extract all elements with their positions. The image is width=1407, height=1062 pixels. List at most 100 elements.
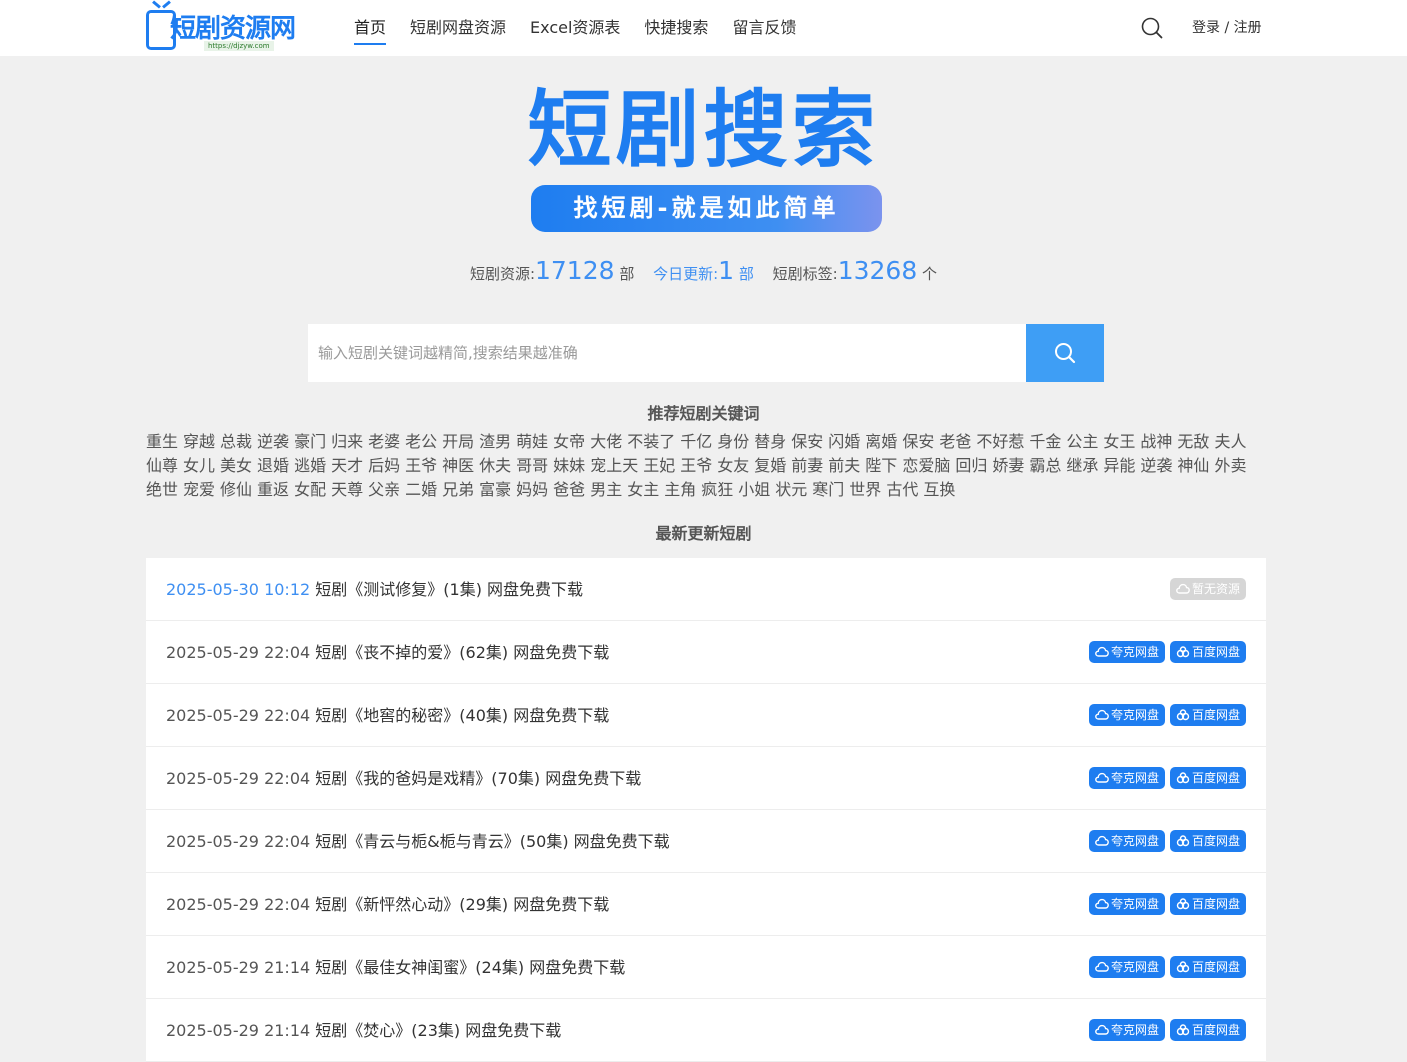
quark-netdisk-button[interactable]: 夸克网盘 <box>1088 956 1165 978</box>
keyword-tag[interactable]: 哥哥 <box>516 456 548 475</box>
keyword-tag[interactable]: 疯狂 <box>701 480 733 499</box>
keyword-tag[interactable]: 萌娃 <box>516 432 548 451</box>
keyword-tag[interactable]: 爸爸 <box>553 480 585 499</box>
keyword-tag[interactable]: 王爷 <box>680 456 712 475</box>
keyword-tag[interactable]: 男主 <box>590 480 622 499</box>
keyword-tag[interactable]: 总裁 <box>220 432 252 451</box>
keyword-tag[interactable]: 复婚 <box>754 456 786 475</box>
drama-link[interactable]: 2025-05-29 22:04 短剧《新怦然心动》(29集) 网盘免费下载 <box>166 873 609 936</box>
keyword-tag[interactable]: 公主 <box>1066 432 1098 451</box>
register-link[interactable]: 注册 <box>1234 20 1262 36</box>
keyword-tag[interactable]: 保安 <box>902 432 934 451</box>
keyword-tag[interactable]: 身份 <box>717 432 749 451</box>
keyword-tag[interactable]: 修仙 <box>220 480 252 499</box>
keyword-tag[interactable]: 天尊 <box>331 480 363 499</box>
baidu-netdisk-button[interactable]: 百度网盘 <box>1169 767 1246 789</box>
baidu-netdisk-button[interactable]: 百度网盘 <box>1169 704 1246 726</box>
nav-quick-search[interactable]: 快捷搜索 <box>644 0 708 56</box>
keyword-tag[interactable]: 寒门 <box>812 480 844 499</box>
keyword-tag[interactable]: 老爸 <box>939 432 971 451</box>
keyword-tag[interactable]: 女帝 <box>553 432 585 451</box>
keyword-tag[interactable]: 娇妻 <box>992 456 1024 475</box>
keyword-tag[interactable]: 后妈 <box>368 456 400 475</box>
keyword-tag[interactable]: 无敌 <box>1177 432 1209 451</box>
keyword-tag[interactable]: 不好惹 <box>976 432 1024 451</box>
keyword-tag[interactable]: 恋爱脑 <box>902 456 950 475</box>
keyword-tag[interactable]: 妈妈 <box>516 480 548 499</box>
baidu-netdisk-button[interactable]: 百度网盘 <box>1169 893 1246 915</box>
keyword-tag[interactable]: 离婚 <box>865 432 897 451</box>
keyword-tag[interactable]: 异能 <box>1103 456 1135 475</box>
keyword-tag[interactable]: 夫人 <box>1214 432 1246 451</box>
keyword-tag[interactable]: 千金 <box>1029 432 1061 451</box>
keyword-tag[interactable]: 二婚 <box>405 480 437 499</box>
keyword-tag[interactable]: 世界 <box>849 480 881 499</box>
baidu-netdisk-button[interactable]: 百度网盘 <box>1169 956 1246 978</box>
quark-netdisk-button[interactable]: 夸克网盘 <box>1088 767 1165 789</box>
keyword-tag[interactable]: 重返 <box>257 480 289 499</box>
keyword-tag[interactable]: 绝世 <box>146 480 178 499</box>
keyword-tag[interactable]: 不装了 <box>627 432 675 451</box>
drama-link[interactable]: 2025-05-29 22:04 短剧《我的爸妈是戏精》(70集) 网盘免费下载 <box>166 747 641 810</box>
drama-link[interactable]: 2025-05-29 21:14 短剧《最佳女神闺蜜》(24集) 网盘免费下载 <box>166 936 625 999</box>
nav-netdisk-resources[interactable]: 短剧网盘资源 <box>410 0 506 56</box>
keyword-tag[interactable]: 仙尊 <box>146 456 178 475</box>
keyword-tag[interactable]: 开局 <box>442 432 474 451</box>
keyword-tag[interactable]: 千亿 <box>680 432 712 451</box>
keyword-tag[interactable]: 逃婚 <box>294 456 326 475</box>
keyword-tag[interactable]: 穿越 <box>183 432 215 451</box>
keyword-tag[interactable]: 美女 <box>220 456 252 475</box>
keyword-tag[interactable]: 霸总 <box>1029 456 1061 475</box>
keyword-tag[interactable]: 保安 <box>791 432 823 451</box>
nav-home[interactable]: 首页 <box>354 0 387 56</box>
keyword-tag[interactable]: 逆袭 <box>1140 456 1172 475</box>
search-button[interactable] <box>1026 324 1104 382</box>
keyword-tag[interactable]: 状元 <box>775 480 807 499</box>
drama-link[interactable]: 2025-05-29 22:04 短剧《青云与栀&栀与青云》(50集) 网盘免费… <box>166 810 670 873</box>
login-link[interactable]: 登录 <box>1192 20 1220 36</box>
keyword-tag[interactable]: 重生 <box>146 432 178 451</box>
keyword-tag[interactable]: 兄弟 <box>442 480 474 499</box>
keyword-tag[interactable]: 小姐 <box>738 480 770 499</box>
nav-feedback[interactable]: 留言反馈 <box>732 0 796 56</box>
keyword-tag[interactable]: 逆袭 <box>257 432 289 451</box>
keyword-tag[interactable]: 外卖 <box>1214 456 1246 475</box>
keyword-tag[interactable]: 女王 <box>1103 432 1135 451</box>
quark-netdisk-button[interactable]: 夸克网盘 <box>1088 1019 1165 1041</box>
keyword-tag[interactable]: 王妃 <box>643 456 675 475</box>
keyword-tag[interactable]: 回归 <box>955 456 987 475</box>
quark-netdisk-button[interactable]: 夸克网盘 <box>1088 893 1165 915</box>
nav-excel-resources[interactable]: Excel资源表 <box>530 0 620 56</box>
keyword-tag[interactable]: 互换 <box>923 480 955 499</box>
quark-netdisk-button[interactable]: 夸克网盘 <box>1088 704 1165 726</box>
drama-link[interactable]: 2025-05-29 22:04 短剧《丧不掉的爱》(62集) 网盘免费下载 <box>166 621 609 684</box>
keyword-tag[interactable]: 豪门 <box>294 432 326 451</box>
search-input[interactable] <box>308 324 1026 382</box>
keyword-tag[interactable]: 古代 <box>886 480 918 499</box>
keyword-tag[interactable]: 继承 <box>1066 456 1098 475</box>
keyword-tag[interactable]: 王爷 <box>405 456 437 475</box>
search-icon[interactable] <box>1141 17 1163 39</box>
baidu-netdisk-button[interactable]: 百度网盘 <box>1169 1019 1246 1041</box>
keyword-tag[interactable]: 女友 <box>717 456 749 475</box>
keyword-tag[interactable]: 替身 <box>754 432 786 451</box>
keyword-tag[interactable]: 前妻 <box>791 456 823 475</box>
keyword-tag[interactable]: 归来 <box>331 432 363 451</box>
keyword-tag[interactable]: 休夫 <box>479 456 511 475</box>
keyword-tag[interactable]: 父亲 <box>368 480 400 499</box>
keyword-tag[interactable]: 前夫 <box>828 456 860 475</box>
keyword-tag[interactable]: 女主 <box>627 480 659 499</box>
keyword-tag[interactable]: 老公 <box>405 432 437 451</box>
drama-link[interactable]: 2025-05-30 10:12 短剧《测试修复》(1集) 网盘免费下载 <box>166 558 583 621</box>
keyword-tag[interactable]: 宠爱 <box>183 480 215 499</box>
quark-netdisk-button[interactable]: 夸克网盘 <box>1088 641 1165 663</box>
keyword-tag[interactable]: 退婚 <box>257 456 289 475</box>
keyword-tag[interactable]: 女配 <box>294 480 326 499</box>
keyword-tag[interactable]: 天才 <box>331 456 363 475</box>
site-logo[interactable]: 短剧资源网 https://djzyw.com <box>146 4 302 52</box>
drama-link[interactable]: 2025-05-29 22:04 短剧《地窖的秘密》(40集) 网盘免费下载 <box>166 684 609 747</box>
drama-link[interactable]: 2025-05-29 21:14 短剧《焚心》(23集) 网盘免费下载 <box>166 999 561 1062</box>
keyword-tag[interactable]: 宠上天 <box>590 456 638 475</box>
keyword-tag[interactable]: 战神 <box>1140 432 1172 451</box>
quark-netdisk-button[interactable]: 夸克网盘 <box>1088 830 1165 852</box>
